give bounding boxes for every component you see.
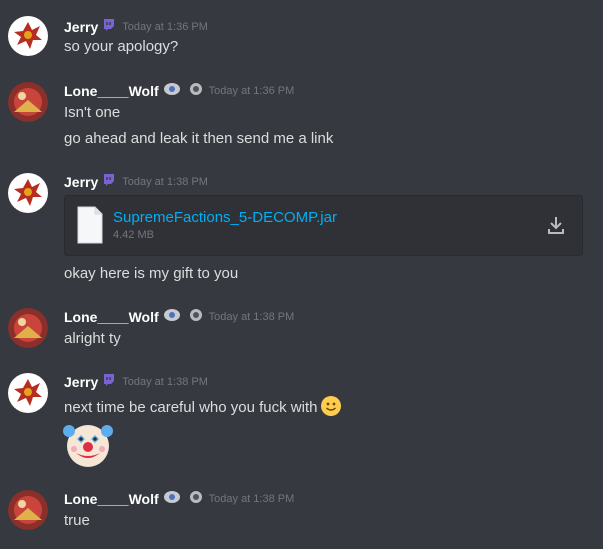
- avatar-lone-wolf[interactable]: [8, 308, 48, 348]
- wolf-avatar-icon: [8, 490, 48, 530]
- message-text: alright ty: [64, 330, 121, 347]
- username[interactable]: Jerry: [64, 174, 98, 190]
- twitch-badge-icon[interactable]: [102, 173, 116, 192]
- nitro-badge-icon[interactable]: [189, 490, 203, 509]
- username[interactable]: Lone____Wolf: [64, 491, 159, 507]
- username[interactable]: Jerry: [64, 19, 98, 35]
- avatar-jerry[interactable]: [8, 173, 48, 213]
- nitro-badge-icon[interactable]: [189, 308, 203, 327]
- message-text: go ahead and leak it then send me a link: [64, 130, 334, 147]
- message-text: so your apology?: [64, 38, 179, 55]
- attachment-size: 4.42 MB: [113, 229, 154, 241]
- message-text: okay here is my gift to you: [64, 265, 239, 282]
- slightly-smiling-face-icon[interactable]: [320, 395, 342, 421]
- avatar-lone-wolf[interactable]: [8, 82, 48, 122]
- chat-log: Jerry Today at 1:36 PM so your apology? …: [0, 0, 603, 549]
- hypesquad-badge-icon[interactable]: [163, 308, 181, 327]
- message-header: Jerry Today at 1:36 PM: [64, 17, 208, 37]
- message-header: Jerry Today at 1:38 PM: [64, 372, 208, 392]
- dragon-avatar-icon: [8, 373, 48, 413]
- username[interactable]: Lone____Wolf: [64, 83, 159, 99]
- twitch-badge-icon[interactable]: [102, 18, 116, 37]
- wolf-avatar-icon: [8, 82, 48, 122]
- clown-face-icon[interactable]: [62, 419, 114, 474]
- username[interactable]: Jerry: [64, 374, 98, 390]
- nitro-badge-icon[interactable]: [189, 82, 203, 101]
- timestamp: Today at 1:38 PM: [122, 176, 208, 188]
- hypesquad-badge-icon[interactable]: [163, 82, 181, 101]
- message-header: Lone____Wolf Today at 1:38 PM: [64, 307, 294, 327]
- avatar-jerry[interactable]: [8, 373, 48, 413]
- avatar-jerry[interactable]: [8, 16, 48, 56]
- message-text: true: [64, 512, 90, 529]
- message-text-row: next time be careful who you fuck with: [64, 395, 342, 421]
- dragon-avatar-icon: [8, 16, 48, 56]
- attachment-filename-link[interactable]: SupremeFactions_5-DECOMP.jar: [113, 209, 337, 226]
- file-attachment: SupremeFactions_5-DECOMP.jar 4.42 MB: [64, 195, 583, 256]
- dragon-avatar-icon: [8, 173, 48, 213]
- timestamp: Today at 1:38 PM: [122, 376, 208, 388]
- timestamp: Today at 1:38 PM: [208, 311, 295, 323]
- file-icon: [77, 206, 103, 249]
- message-text: Isn't one: [64, 104, 121, 121]
- timestamp: Today at 1:36 PM: [208, 85, 295, 97]
- timestamp: Today at 1:36 PM: [122, 21, 208, 33]
- timestamp: Today at 1:38 PM: [208, 493, 295, 505]
- avatar-lone-wolf[interactable]: [8, 490, 48, 530]
- twitch-badge-icon[interactable]: [102, 373, 116, 392]
- message-text: next time be careful who you fuck with: [64, 399, 318, 416]
- hypesquad-badge-icon[interactable]: [163, 490, 181, 509]
- message-header: Lone____Wolf Today at 1:36 PM: [64, 81, 294, 101]
- download-icon[interactable]: [546, 215, 566, 240]
- wolf-avatar-icon: [8, 308, 48, 348]
- message-header: Jerry Today at 1:38 PM: [64, 172, 208, 192]
- message-header: Lone____Wolf Today at 1:38 PM: [64, 489, 294, 509]
- username[interactable]: Lone____Wolf: [64, 309, 159, 325]
